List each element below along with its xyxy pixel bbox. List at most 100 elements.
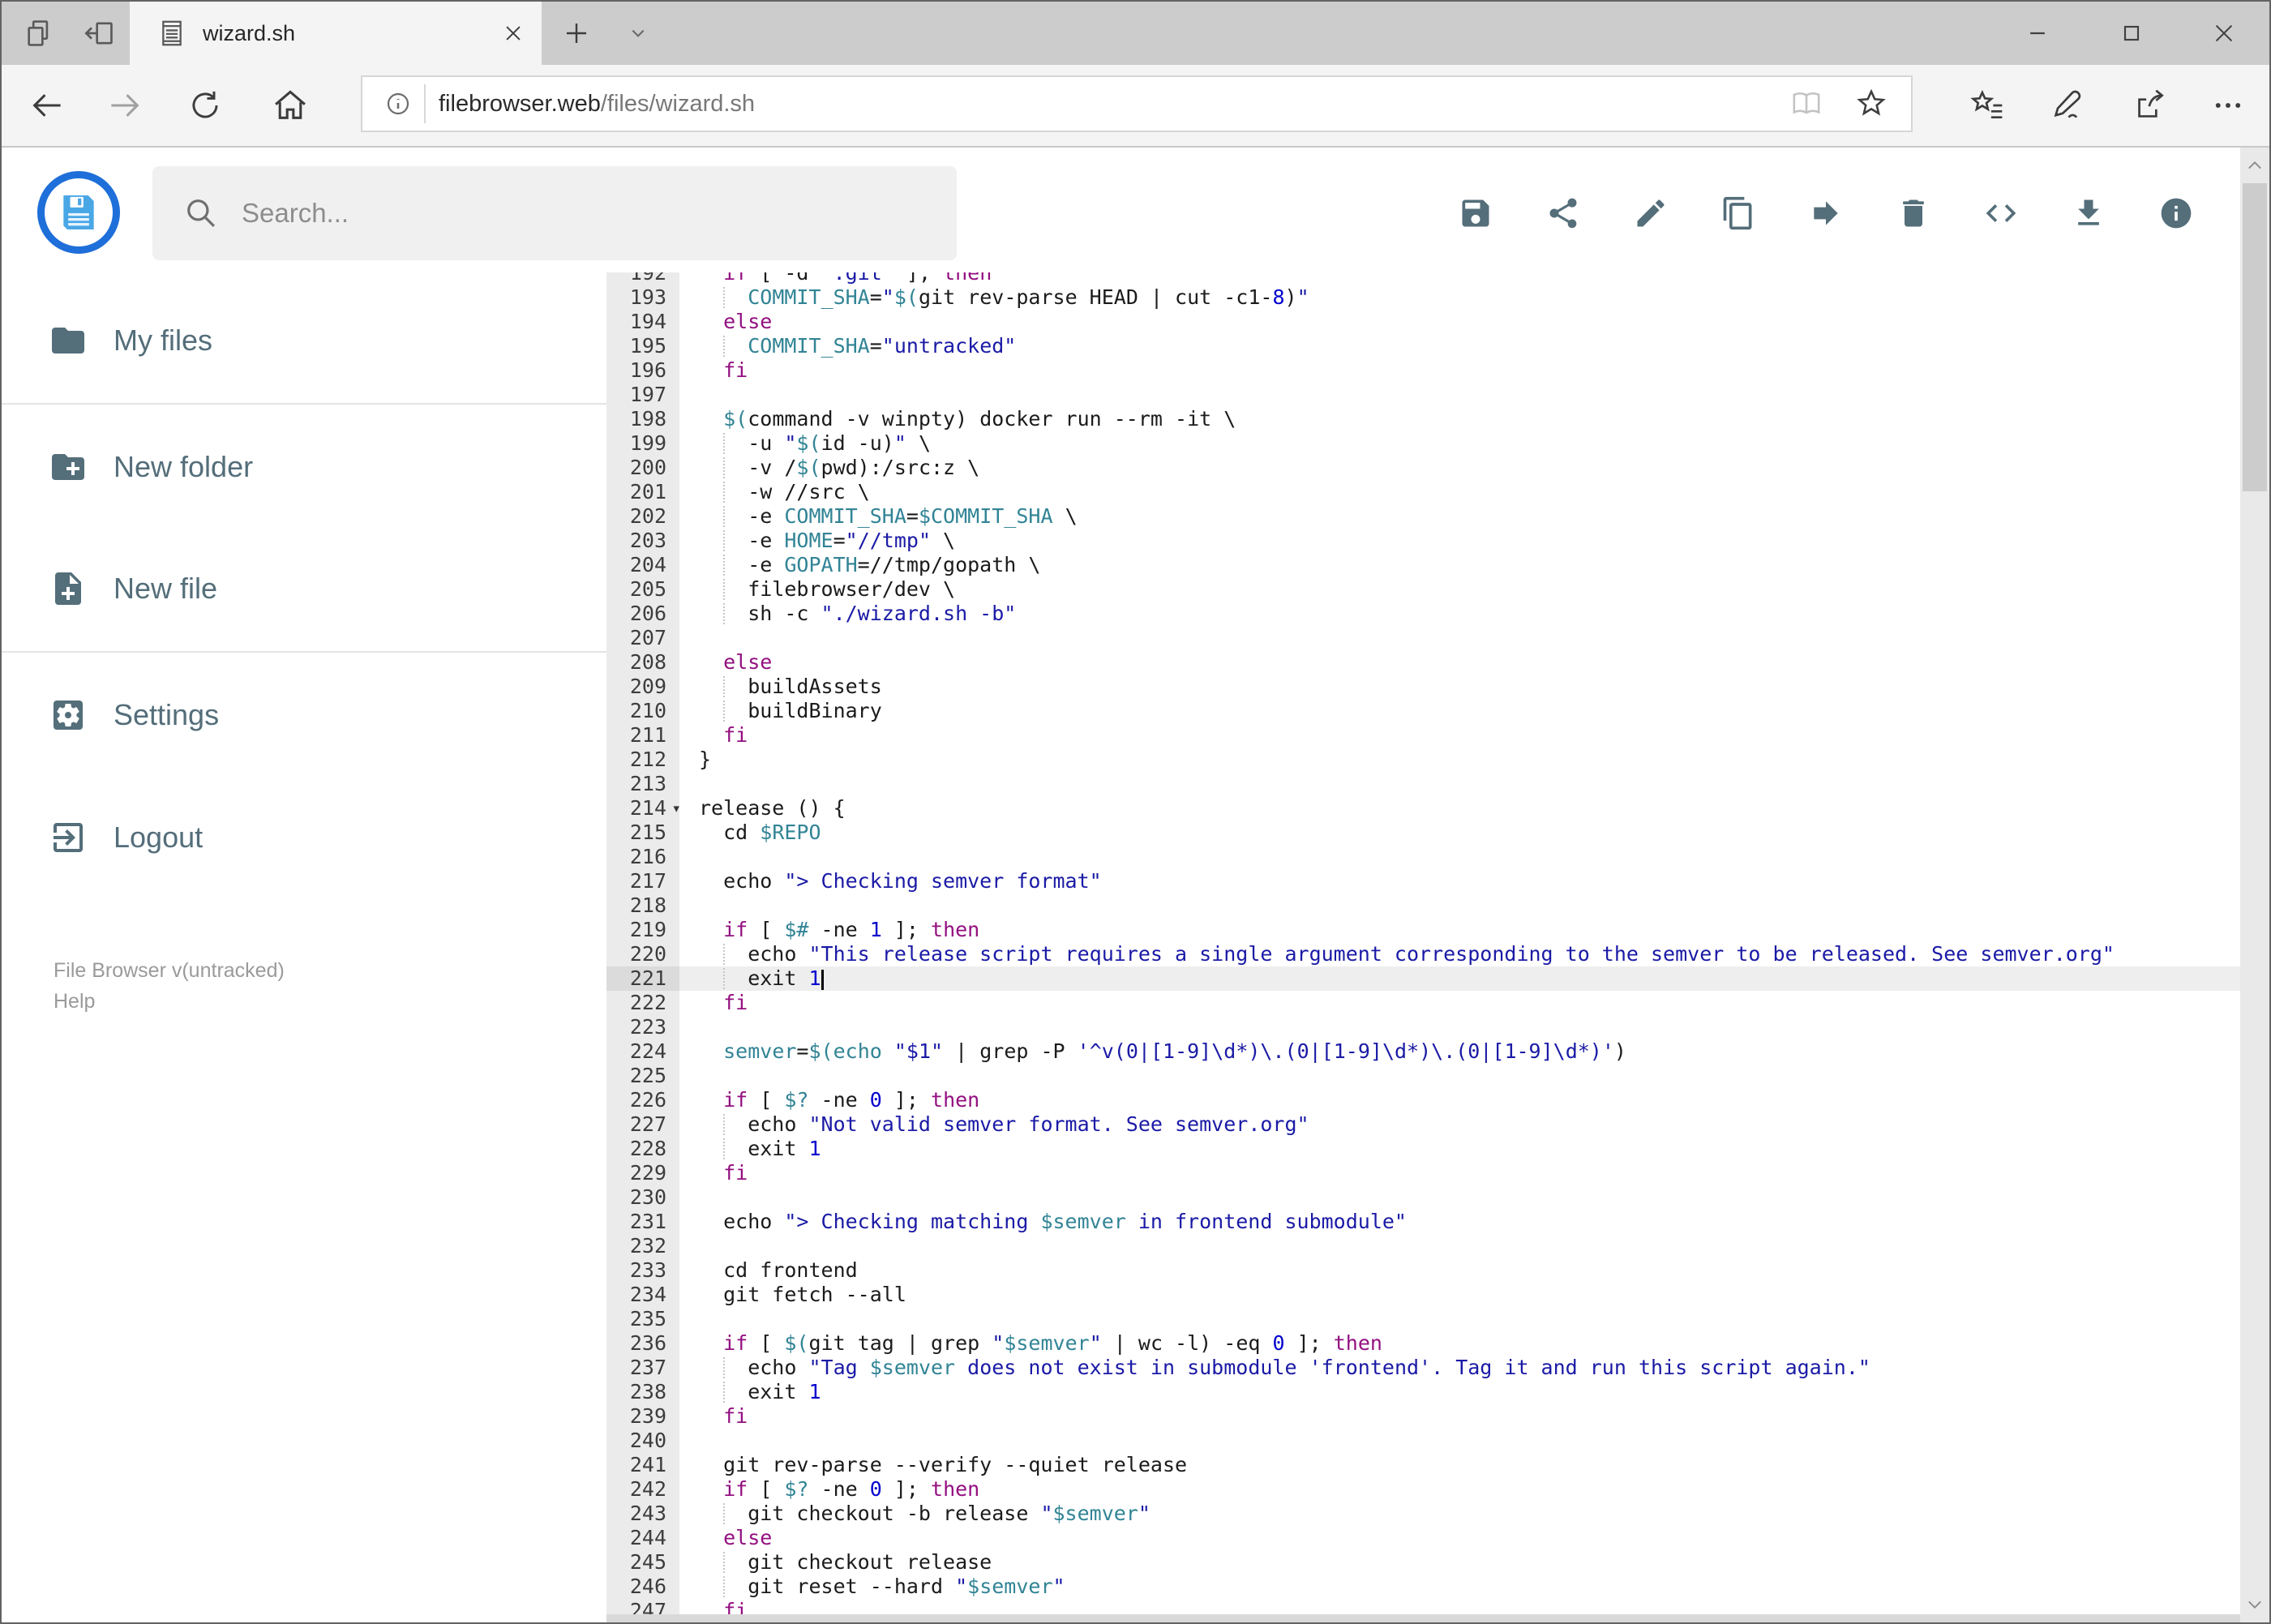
tabs-aside-icon[interactable] [81,2,118,65]
code-line[interactable]: 203 -e HOME="//tmp" \ [606,529,2240,553]
code-line[interactable]: 196 fi [606,358,2240,383]
back-icon[interactable] [23,65,71,146]
more-options-icon[interactable] [2204,65,2252,146]
window-minimize-button[interactable] [2001,2,2074,65]
code-line[interactable]: 221 exit 1 [606,966,2240,991]
code-line[interactable]: 229 fi [606,1161,2240,1185]
code-line[interactable]: 236 if [ $(git tag | grep "$semver" | wc… [606,1331,2240,1356]
code-line[interactable]: 237 echo "Tag $semver does not exist in … [606,1356,2240,1380]
code-line[interactable]: 195 COMMIT_SHA="untracked" [606,334,2240,358]
code-line[interactable]: 245 git checkout release [606,1550,2240,1575]
code-line[interactable]: 219 if [ $# -ne 1 ]; then [606,918,2240,942]
code-line[interactable]: 226 if [ $? -ne 0 ]; then [606,1088,2240,1112]
code-line[interactable]: 225 [606,1064,2240,1088]
code-line[interactable]: 210 buildBinary [606,699,2240,723]
code-line[interactable]: 214 ▾ release () { [606,796,2240,821]
url-host[interactable]: filebrowser.web [439,91,601,118]
code-line[interactable]: 238 exit 1 [606,1380,2240,1404]
sidebar-item-settings[interactable]: Settings [2,676,606,754]
new-tab-button[interactable] [558,2,595,65]
home-icon[interactable] [266,65,315,146]
web-notes-pen-icon[interactable] [2042,65,2091,146]
code-line[interactable]: 228 exit 1 [606,1137,2240,1161]
code-line[interactable]: 212} [606,748,2240,772]
code-line[interactable]: 193 COMMIT_SHA="$(git rev-parse HEAD | c… [606,285,2240,310]
code-line[interactable]: 194 else [606,310,2240,334]
code-line[interactable]: 199 -u "$(id -u)" \ [606,431,2240,456]
reading-view-icon[interactable] [1789,87,1823,121]
sidebar-item-new-file[interactable]: New file [2,550,606,628]
code-line[interactable]: 227 echo "Not valid semver format. See s… [606,1112,2240,1137]
code-line[interactable]: 233 cd frontend [606,1258,2240,1283]
code-line[interactable]: 220 echo "This release script requires a… [606,942,2240,966]
code-line[interactable]: 235 [606,1307,2240,1331]
code-line[interactable]: 243 git checkout -b release "$semver" [606,1502,2240,1526]
code-line[interactable]: 215 cd $REPO [606,821,2240,845]
code-line[interactable]: 208 else [606,650,2240,675]
tab-preview-icon[interactable] [21,2,58,65]
window-maximize-button[interactable] [2095,2,2168,65]
code-line[interactable]: 200 -v /$(pwd):/src:z \ [606,456,2240,480]
address-bar[interactable]: filebrowser.web/files/wizard.sh [361,75,1913,132]
site-info-icon[interactable] [383,89,413,118]
scroll-down-icon[interactable] [2240,1588,2269,1621]
code-line[interactable]: 209 buildAssets [606,675,2240,699]
code-line[interactable]: 241 git rev-parse --verify --quiet relea… [606,1453,2240,1477]
filebrowser-logo[interactable] [37,171,120,254]
tab-close-icon[interactable] [485,2,542,65]
code-line[interactable]: 198 $(command -v winpty) docker run --rm… [606,407,2240,431]
delete-button[interactable] [1896,195,1931,231]
editor-horizontal-scrollbar[interactable] [606,1614,2240,1622]
page-scrollbar[interactable] [2240,148,2269,1622]
code-line[interactable]: 223 [606,1015,2240,1039]
help-link[interactable]: Help [54,986,285,1017]
scroll-up-icon[interactable] [2240,149,2269,182]
forward-icon[interactable] [101,65,149,146]
code-line[interactable]: 202 -e COMMIT_SHA=$COMMIT_SHA \ [606,504,2240,529]
sidebar-item-new-folder[interactable]: New folder [2,428,606,506]
code-line[interactable]: 197 [606,383,2240,407]
code-line[interactable]: 211 fi [606,723,2240,748]
code-line[interactable]: 244 else [606,1526,2240,1550]
code-line[interactable]: 234 git fetch --all [606,1283,2240,1307]
code-line[interactable]: 230 [606,1185,2240,1210]
edit-button[interactable] [1633,195,1669,231]
code-line[interactable]: 231 echo "> Checking matching $semver in… [606,1210,2240,1234]
share-button[interactable] [1545,195,1581,231]
hub-favorites-icon[interactable] [1963,65,2012,146]
code-line[interactable]: 222 fi [606,991,2240,1015]
save-button[interactable] [1458,195,1493,231]
code-line[interactable]: 207 [606,626,2240,650]
code-line[interactable]: 192 if [ -d ".git" ]; then [606,272,2240,285]
sidebar-item-my-files[interactable]: My files [2,302,606,379]
code-line[interactable]: 239 fi [606,1404,2240,1429]
code-editor[interactable]: 192 if [ -d ".git" ]; then 193 COMMIT_SHA… [606,272,2240,1622]
browser-tab[interactable]: wizard.sh [130,2,542,65]
code-line[interactable]: 217 echo "> Checking semver format" [606,869,2240,893]
move-button[interactable] [1808,195,1844,231]
favorite-star-icon[interactable] [1854,87,1888,121]
code-line[interactable]: 240 [606,1429,2240,1453]
code-button[interactable] [1983,195,2019,231]
code-line[interactable]: 232 [606,1234,2240,1258]
window-close-button[interactable] [2187,2,2260,65]
sidebar-item-logout[interactable]: Logout [2,799,606,876]
code-line[interactable]: 216 [606,845,2240,869]
code-line[interactable]: 206 sh -c "./wizard.sh -b" [606,602,2240,626]
code-line[interactable]: 213 [606,772,2240,796]
refresh-icon[interactable] [181,65,229,146]
download-button[interactable] [2071,195,2106,231]
url-path[interactable]: /files/wizard.sh [601,91,755,118]
share-icon[interactable] [2126,65,2175,146]
code-line[interactable]: 205 filebrowser/dev \ [606,577,2240,602]
code-line[interactable]: 204 -e GOPATH=//tmp/gopath \ [606,553,2240,577]
copy-button[interactable] [1720,195,1756,231]
info-button[interactable] [2158,195,2194,231]
code-line[interactable]: 242 if [ $? -ne 0 ]; then [606,1477,2240,1502]
search-input[interactable] [240,197,908,229]
scrollbar-thumb[interactable] [2243,183,2267,491]
code-line[interactable]: 201 -w //src \ [606,480,2240,504]
search-bar[interactable] [152,166,957,260]
code-line[interactable]: 246 git reset --hard "$semver" [606,1575,2240,1599]
code-line[interactable]: 218 [606,893,2240,918]
